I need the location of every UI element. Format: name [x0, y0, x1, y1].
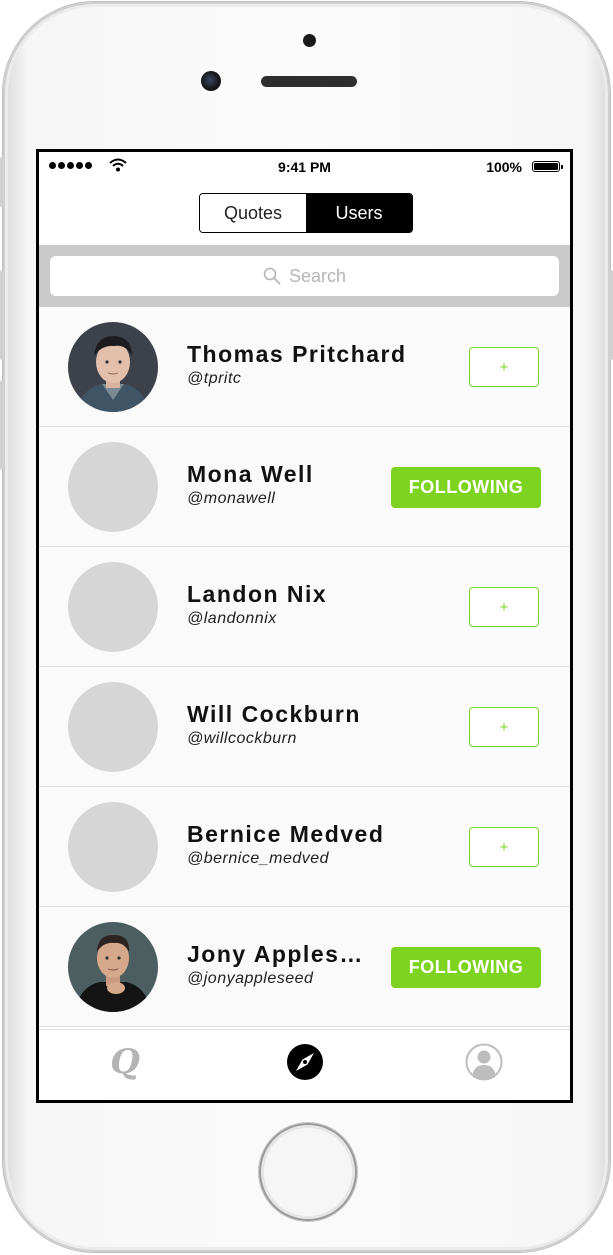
avatar[interactable]	[68, 922, 158, 1012]
avatar-placeholder[interactable]	[68, 682, 158, 772]
user-handle: @tpritc	[187, 370, 242, 387]
user-row-landonnix[interactable]: Landon Nix @landonnix +	[39, 547, 570, 667]
segment-quotes[interactable]: Quotes	[200, 194, 306, 232]
avatar-photo-thomas	[68, 322, 158, 412]
front-camera	[201, 71, 221, 91]
tab-bar: Q	[39, 1029, 570, 1100]
user-handle: @bernice_medved	[187, 850, 330, 867]
user-row-tpritc[interactable]: Thomas Pritchard @tpritc +	[39, 307, 570, 427]
compass-icon-graphic	[287, 1044, 323, 1080]
user-handle: @willcockburn	[187, 730, 297, 747]
quotes-tab-icon[interactable]: Q	[105, 1042, 145, 1082]
search-input[interactable]: Search	[50, 256, 559, 296]
search-icon	[263, 267, 281, 285]
user-name: Jony Apples…	[187, 941, 364, 967]
avatar-placeholder[interactable]	[68, 442, 158, 532]
avatar-placeholder[interactable]	[68, 802, 158, 892]
mute-switch	[0, 157, 4, 207]
user-name: Thomas Pritchard	[187, 341, 407, 367]
screen: 9:41 PM 100% Quotes Users Search Thomas …	[36, 149, 573, 1103]
follow-button[interactable]: +	[469, 707, 539, 747]
search-bar: Search	[39, 245, 570, 307]
profile-icon-graphic	[465, 1043, 503, 1081]
avatar[interactable]	[68, 322, 158, 412]
user-name: Will Cockburn	[187, 701, 361, 727]
following-button[interactable]: FOLLOWING	[391, 947, 541, 988]
front-sensor	[303, 34, 316, 47]
volume-up-button	[0, 270, 4, 360]
user-row-jonyappleseed[interactable]: Jony Apples… @jonyappleseed FOLLOWING	[39, 907, 570, 1027]
avatar-photo-jony	[68, 922, 158, 1012]
battery-percentage: 100%	[486, 159, 522, 175]
app-screen: 9:41 PM 100% Quotes Users Search Thomas …	[39, 152, 570, 1100]
segment-users[interactable]: Users	[306, 194, 412, 232]
user-handle: @jonyappleseed	[187, 970, 314, 987]
segmented-control: Quotes Users	[199, 193, 413, 233]
user-list: Thomas Pritchard @tpritc + Mona Well @mo…	[39, 307, 570, 1027]
home-button[interactable]	[259, 1123, 357, 1221]
user-handle: @monawell	[187, 490, 276, 507]
user-handle: @landonnix	[187, 610, 277, 627]
status-bar: 9:41 PM 100%	[39, 152, 570, 182]
power-button	[609, 270, 613, 360]
search-placeholder: Search	[288, 265, 347, 286]
user-name: Landon Nix	[187, 581, 328, 607]
avatar-placeholder[interactable]	[68, 562, 158, 652]
user-row-bernice-medved[interactable]: Bernice Medved @bernice_medved +	[39, 787, 570, 907]
follow-button[interactable]: +	[469, 827, 539, 867]
profile-icon[interactable]	[464, 1042, 504, 1082]
follow-button[interactable]: +	[469, 587, 539, 627]
following-button[interactable]: FOLLOWING	[391, 467, 541, 508]
user-name: Bernice Medved	[187, 821, 385, 847]
volume-down-button	[0, 380, 4, 470]
earpiece-speaker	[261, 76, 357, 87]
user-row-monawell[interactable]: Mona Well @monawell FOLLOWING	[39, 427, 570, 547]
battery-icon	[532, 161, 563, 172]
follow-button[interactable]: +	[469, 347, 539, 387]
compass-icon[interactable]	[285, 1042, 325, 1082]
user-row-willcockburn[interactable]: Will Cockburn @willcockburn +	[39, 667, 570, 787]
user-name: Mona Well	[187, 461, 314, 487]
